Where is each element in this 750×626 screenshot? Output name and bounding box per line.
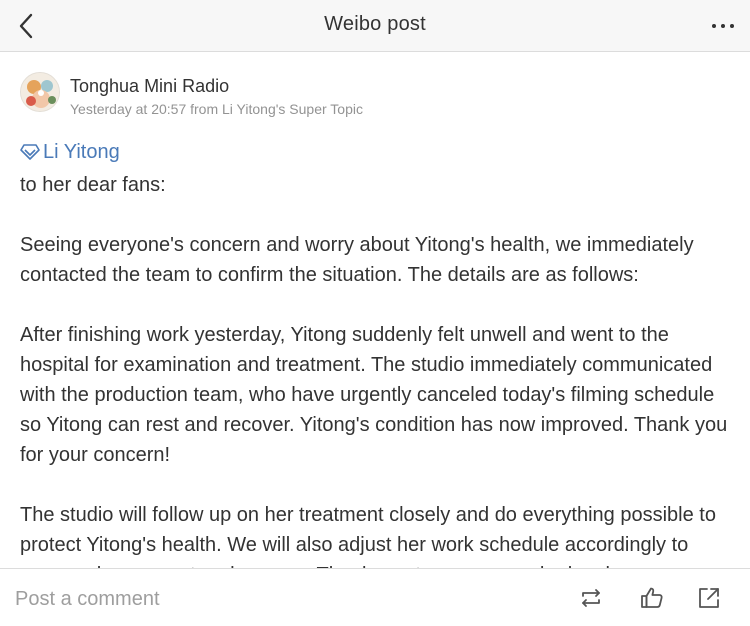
more-dots-icon [712,24,734,28]
bottom-action-bar: Post a comment [0,568,750,626]
comment-input[interactable]: Post a comment [15,588,160,611]
page-title: Weibo post [324,13,426,35]
post-paragraph: After finishing work yesterday, Yitong s… [20,324,728,466]
repost-button[interactable] [578,585,604,611]
post-paragraph: to her dear fans: [20,174,166,196]
more-button[interactable] [710,12,736,40]
post-paragraph: Seeing everyone's concern and worry abou… [20,234,694,286]
super-topic-diamond-icon [20,144,40,160]
avatar-image [21,73,59,111]
share-icon [699,588,719,608]
avatar[interactable] [20,72,60,112]
like-button[interactable] [639,585,665,611]
top-bar: Weibo post [0,0,750,52]
author-row: Tonghua Mini Radio Yesterday at 20:57 fr… [20,72,730,117]
like-icon [641,587,663,608]
post-paragraph: The studio will follow up on her treatme… [20,504,716,568]
post-text: to her dear fans: Seeing everyone's conc… [20,170,732,568]
super-topic-mention[interactable]: Li Yitong [20,140,732,164]
post-body: Li Yitong to her dear fans: Seeing every… [20,140,732,569]
share-button[interactable] [696,585,722,611]
mention-label: Li Yitong [43,140,120,163]
post-meta: Yesterday at 20:57 from Li Yitong's Supe… [70,101,363,117]
repost-icon [582,589,600,607]
author-name[interactable]: Tonghua Mini Radio [70,76,229,97]
